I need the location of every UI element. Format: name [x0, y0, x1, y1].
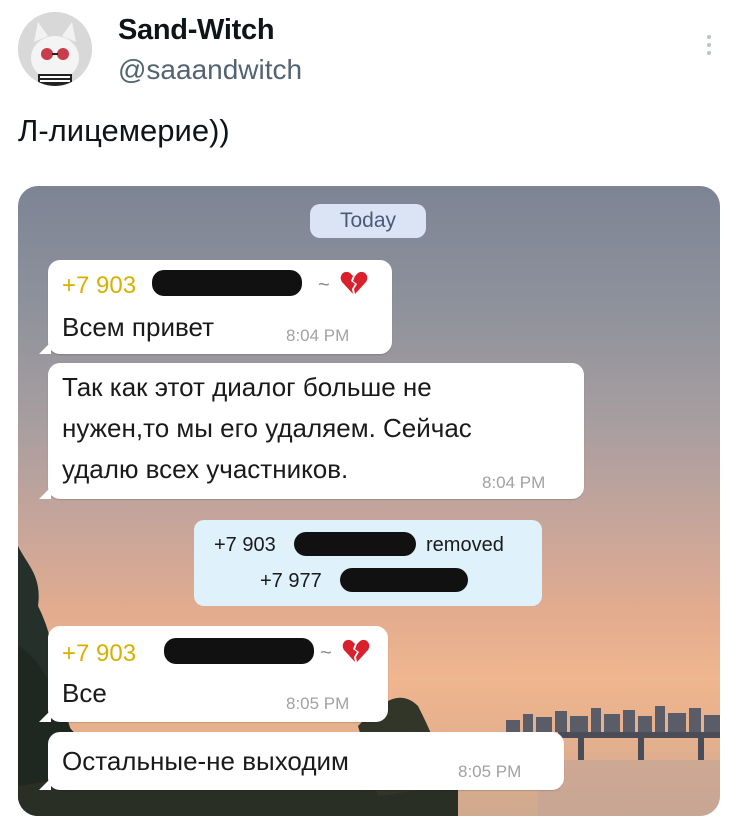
target-phone: +7 977 — [260, 570, 322, 592]
message-time: 8:05 PM — [458, 762, 522, 781]
system-action: removed — [426, 534, 504, 556]
message-bubble[interactable]: +7 903 ~ Все 8:05 PM — [39, 626, 388, 722]
tilde-mark: ~ — [318, 274, 330, 296]
message-time: 8:05 PM — [286, 694, 350, 713]
redacted-phone — [340, 568, 468, 592]
tweet-text: Л-лицемерие)) — [18, 113, 230, 148]
broken-heart-icon — [342, 639, 370, 662]
system-message: +7 903 removed +7 977 — [194, 520, 542, 606]
redacted-phone — [294, 532, 416, 556]
redacted-phone — [164, 638, 314, 664]
message-bubble[interactable]: +7 903 ~ Всем привет 8:04 PM — [39, 260, 392, 354]
tweet-media-image[interactable]: Today +7 903 ~ Всем привет 8:04 PM Так к… — [18, 186, 720, 816]
message-time: 8:04 PM — [482, 473, 546, 492]
message-bubble[interactable]: Так как этот диалог больше не нужен,то м… — [39, 363, 584, 499]
sender-name[interactable]: +7 903 — [62, 272, 136, 300]
author-handle[interactable]: @saaandwitch — [118, 54, 302, 86]
cat-avatar-image — [18, 12, 92, 86]
sender-name[interactable]: +7 903 — [62, 640, 136, 668]
author-name[interactable]: Sand-Witch — [118, 14, 275, 47]
message-text: Все — [62, 678, 107, 708]
message-text: Всем привет — [62, 312, 214, 342]
message-line: удалю всех участников. — [62, 454, 349, 484]
message-time: 8:04 PM — [286, 326, 350, 345]
broken-heart-icon — [340, 271, 368, 294]
message-line: Так как этот диалог больше не — [62, 372, 432, 402]
avatar[interactable] — [18, 12, 92, 86]
message-text: Остальные-не выходим — [62, 746, 349, 776]
actor-phone: +7 903 — [214, 534, 276, 556]
message-bubble[interactable]: Остальные-не выходим 8:05 PM — [39, 732, 564, 790]
tilde-mark: ~ — [320, 642, 332, 664]
more-options-icon[interactable] — [696, 30, 722, 60]
redacted-phone — [152, 270, 302, 296]
message-text: Так как этот диалог больше не нужен,то м… — [62, 367, 472, 490]
message-line: нужен,то мы его удаляем. Сейчас — [62, 413, 472, 443]
date-badge: Today — [310, 204, 426, 238]
